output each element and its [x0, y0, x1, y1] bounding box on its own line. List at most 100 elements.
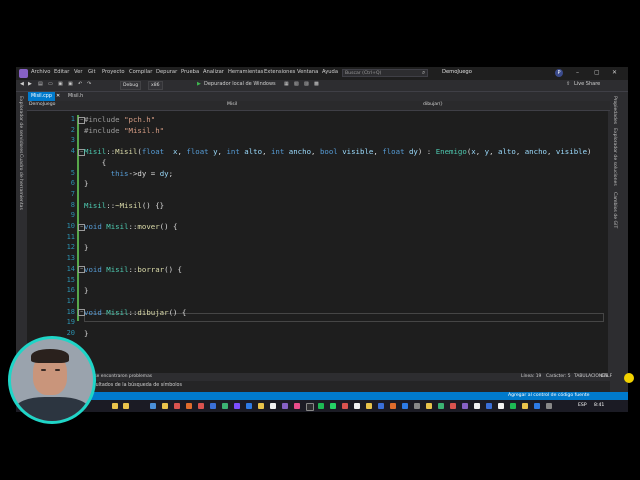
live-share-button[interactable]: Live Share — [574, 81, 600, 87]
back-icon[interactable]: ◀ — [20, 81, 24, 87]
toolbar-tool-icon[interactable]: ▧ — [294, 81, 299, 87]
keyboard-language[interactable]: ESP — [578, 403, 587, 408]
menu-ver[interactable]: Ver — [74, 69, 82, 75]
code-line[interactable]: Misil::Misil(float x, float y, int alto,… — [84, 147, 592, 156]
member-dropdown[interactable]: dibujar() — [423, 102, 608, 108]
undo-icon[interactable]: ↶ — [78, 81, 82, 87]
code-line[interactable]: } — [84, 286, 88, 295]
taskbar-app-icon[interactable] — [330, 403, 336, 409]
menu-herramientas[interactable]: Herramientas — [228, 69, 263, 75]
toolbar-tool-icon[interactable]: ▦ — [284, 81, 289, 87]
taskbar-app-icon[interactable] — [438, 403, 444, 409]
solution-explorer-tab[interactable]: Explorador de soluciones — [612, 128, 617, 186]
problems-status[interactable]: No se encontraron problemas — [87, 374, 152, 379]
toolbar-tool-icon[interactable]: ▨ — [304, 81, 309, 87]
save-icon[interactable]: ▣ — [58, 81, 63, 87]
search-icon[interactable]: ⌕ — [422, 69, 425, 77]
menu-archivo[interactable]: Archivo — [31, 69, 50, 75]
menu-editar[interactable]: Editar — [54, 69, 69, 75]
user-avatar[interactable]: P — [555, 69, 563, 77]
taskbar-app-icon[interactable] — [318, 403, 324, 409]
code-line[interactable]: { — [84, 158, 106, 167]
vertical-scrollbar[interactable] — [608, 111, 610, 373]
taskbar-app-icon[interactable] — [246, 403, 252, 409]
eol-status[interactable]: CRLF — [601, 374, 612, 379]
taskbar-app-icon[interactable] — [354, 403, 360, 409]
code-line[interactable]: this->dy = dy; — [84, 169, 173, 178]
tab-misil-cpp[interactable]: Misil.cpp — [28, 92, 55, 101]
git-changes-tab[interactable]: Cambios de GIT — [612, 192, 617, 228]
open-folder-icon[interactable]: ▭ — [48, 81, 53, 87]
taskbar-app-icon[interactable] — [534, 403, 540, 409]
taskbar-app-icon[interactable] — [378, 403, 384, 409]
taskbar-app-icon[interactable] — [162, 403, 168, 409]
code-line[interactable]: void Misil::borrar() { — [84, 265, 182, 274]
taskbar-app-icon[interactable] — [234, 403, 240, 409]
taskbar-app-icon[interactable] — [270, 403, 276, 409]
taskbar-app-icon[interactable] — [510, 403, 516, 409]
taskbar-app-icon[interactable] — [498, 403, 504, 409]
menu-ayuda[interactable]: Ayuda — [322, 69, 338, 75]
taskbar-app-icon[interactable] — [294, 403, 300, 409]
taskbar-clock[interactable]: 8:41 — [594, 403, 604, 408]
code-line[interactable]: } — [84, 243, 88, 252]
taskbar-app-icon[interactable] — [474, 403, 480, 409]
code-editor[interactable]: 1− #include "pch.h" 2 #include "Misil.h" 3 4−… — [27, 111, 608, 373]
code-line[interactable]: Misil::~Misil() {} — [84, 201, 164, 210]
taskbar-app-icon[interactable] — [522, 403, 528, 409]
taskbar-app-icon[interactable] — [150, 403, 156, 409]
taskbar-app-icon[interactable] — [210, 403, 216, 409]
code-line[interactable]: } — [84, 179, 88, 188]
taskbar-app-icon[interactable] — [342, 403, 348, 409]
code-line[interactable]: void Misil::dibujar() { — [84, 308, 186, 317]
menu-proyecto[interactable]: Proyecto — [102, 69, 125, 75]
code-line[interactable]: #include "pch.h" — [84, 115, 155, 124]
source-control-status[interactable]: Agregar al control de código fuente — [508, 393, 590, 398]
taskbar-app-icon[interactable] — [414, 403, 420, 409]
code-line[interactable]: } — [84, 329, 88, 338]
taskbar-app-icon[interactable] — [112, 403, 118, 409]
menu-compilar[interactable]: Compilar — [129, 69, 152, 75]
menu-depurar[interactable]: Depurar — [156, 69, 177, 75]
code-line[interactable]: #include "Misil.h" — [84, 126, 164, 135]
live-share-icon[interactable]: ⇪ — [566, 81, 570, 87]
tab-close-icon[interactable]: ✕ — [56, 93, 60, 99]
menu-prueba[interactable]: Prueba — [181, 69, 199, 75]
code-line[interactable]: void Misil::mover() { — [84, 222, 177, 231]
taskbar-app-icon[interactable] — [123, 403, 129, 409]
tab-misil-h[interactable]: Misil.h — [65, 92, 86, 101]
toolbox-tab[interactable]: Cuadro de herramientas — [18, 154, 23, 210]
taskbar-app-icon[interactable] — [426, 403, 432, 409]
taskbar-app-icon[interactable] — [174, 403, 180, 409]
maximize-icon[interactable]: ▢ — [594, 69, 600, 76]
properties-tab[interactable]: Propiedades — [612, 96, 617, 124]
forward-icon[interactable]: ▶ — [28, 81, 32, 87]
start-debug-icon[interactable]: ▶ — [197, 81, 201, 87]
close-icon[interactable]: ✕ — [612, 69, 617, 76]
taskbar-app-icon[interactable] — [402, 403, 408, 409]
taskbar-app-icon[interactable] — [198, 403, 204, 409]
menu-extensiones[interactable]: Extensiones — [264, 69, 295, 75]
new-file-icon[interactable]: ▤ — [38, 81, 43, 87]
project-dropdown[interactable]: DemoJuego — [29, 102, 219, 108]
taskbar-app-icon[interactable] — [306, 403, 314, 411]
configuration-select[interactable]: Debug — [120, 81, 142, 90]
menu-analizar[interactable]: Analizar — [203, 69, 224, 75]
save-all-icon[interactable]: ▣ — [68, 81, 73, 87]
taskbar-app-icon[interactable] — [186, 403, 192, 409]
platform-select[interactable]: x86 — [148, 81, 163, 90]
scope-dropdown[interactable]: Misil — [227, 102, 417, 108]
start-debug-button[interactable]: Depurador local de Windows — [204, 81, 276, 87]
taskbar-app-icon[interactable] — [462, 403, 468, 409]
minimize-icon[interactable]: – — [576, 69, 579, 76]
taskbar-app-icon[interactable] — [486, 403, 492, 409]
search-input[interactable]: Buscar (Ctrl+Q) — [342, 69, 428, 77]
taskbar-app-icon[interactable] — [258, 403, 264, 409]
taskbar-app-icon[interactable] — [546, 403, 552, 409]
server-explorer-tab[interactable]: Explorador de servidores — [18, 96, 23, 153]
menu-git[interactable]: Git — [88, 69, 96, 75]
taskbar-app-icon[interactable] — [390, 403, 396, 409]
taskbar-app-icon[interactable] — [282, 403, 288, 409]
taskbar-app-icon[interactable] — [366, 403, 372, 409]
menu-ventana[interactable]: Ventana — [297, 69, 318, 75]
